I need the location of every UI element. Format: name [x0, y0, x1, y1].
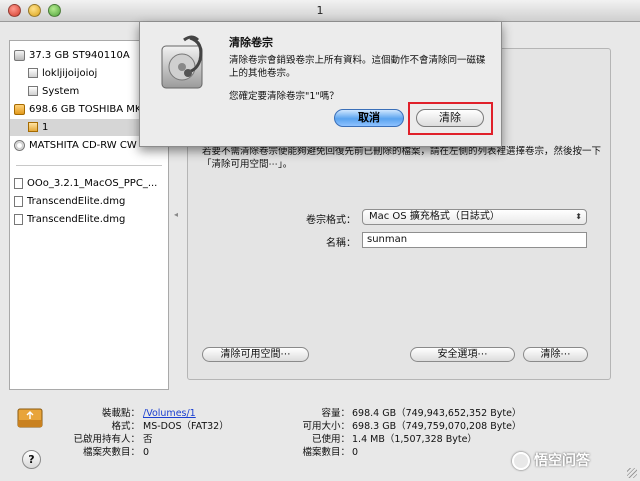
- window-title: 1: [316, 4, 324, 17]
- sidebar-item-dmg-transcend-2[interactable]: TranscendElite.dmg: [14, 211, 125, 228]
- sidebar-item-disk-toshiba[interactable]: 698.6 GB TOSHIBA MK: [14, 101, 141, 118]
- erase-confirmation-sheet: 清除卷宗 清除卷宗會銷毀卷宗上所有資料。這個動作不會清除同一磁碟上的其他卷宗。 …: [139, 22, 502, 147]
- external-disk-icon: [14, 103, 25, 115]
- security-options-button[interactable]: 安全選項⋯: [410, 347, 515, 362]
- wukong-logo-icon: [512, 452, 530, 470]
- sidebar-item-cd-drive[interactable]: MATSHITA CD-RW CW: [14, 137, 137, 154]
- volume-name-label: 名稱：: [326, 238, 356, 249]
- volume-name-input[interactable]: sunman: [362, 232, 587, 248]
- sidebar-item-volume-system[interactable]: System: [28, 83, 79, 100]
- volume-icon: [28, 68, 38, 78]
- disk-image-icon: [14, 195, 23, 207]
- sidebar-item-volume-lokljijoijoioj[interactable]: lokljijoijoioj: [28, 65, 97, 82]
- hard-disk-icon: [14, 49, 25, 61]
- volume-format-label: 卷宗格式：: [306, 215, 356, 226]
- disk-utility-icon: [161, 35, 203, 89]
- sheet-question: 您確定要清除卷宗"1"嗎？: [229, 91, 339, 102]
- sheet-title: 清除卷宗: [229, 36, 273, 49]
- cd-drive-icon: [14, 139, 25, 151]
- chevron-updown-icon: ⬍: [575, 212, 582, 221]
- disk-image-icon: [14, 213, 23, 225]
- sidebar-item-dmg-transcend-1[interactable]: TranscendElite.dmg: [14, 193, 125, 210]
- mount-point-link[interactable]: /Volumes/1: [143, 408, 196, 420]
- erase-instructions: 若要不需清除卷宗便能夠避免回復先前已刪除的檔案，請在左側的列表裡選擇卷宗，然後按…: [202, 146, 602, 170]
- info-mount-point: 裝載點： /Volumes/1 容量： 698.4 GB（749,943,652…: [101, 408, 522, 420]
- info-owners: 已啟用持有人： 否 已使用： 1.4 MB（1,507,328 Byte）: [73, 434, 477, 445]
- disk-image-icon: [14, 177, 23, 189]
- title-bar: 1: [0, 0, 640, 22]
- highlight-annotation-box: [408, 102, 493, 135]
- info-format: 格式： MS-DOS（FAT32） 可用大小： 698.3 GB（749,759…: [111, 421, 522, 432]
- watermark: 悟空问答: [512, 450, 590, 470]
- erase-volume-button[interactable]: 清除⋯: [523, 347, 588, 362]
- external-volume-icon: [28, 122, 38, 132]
- cancel-button[interactable]: 取消: [334, 109, 404, 127]
- splitter-handle-icon[interactable]: ◂: [174, 210, 178, 219]
- sidebar-item-dmg-ooo[interactable]: OOo_3.2.1_MacOS_PPC_...: [14, 175, 157, 192]
- volume-icon: [28, 86, 38, 96]
- resize-grip-icon[interactable]: [627, 468, 637, 478]
- sidebar-item-disk-st940110a[interactable]: 37.3 GB ST940110A: [14, 47, 130, 64]
- sheet-message: 清除卷宗會銷毀卷宗上所有資料。這個動作不會清除同一磁碟上的其他卷宗。: [229, 55, 486, 79]
- volume-format-select[interactable]: Mac OS 擴充格式（日誌式） ⬍: [362, 209, 587, 225]
- sidebar-divider: [16, 165, 162, 166]
- erase-free-space-button[interactable]: 清除可用空間⋯: [202, 347, 309, 362]
